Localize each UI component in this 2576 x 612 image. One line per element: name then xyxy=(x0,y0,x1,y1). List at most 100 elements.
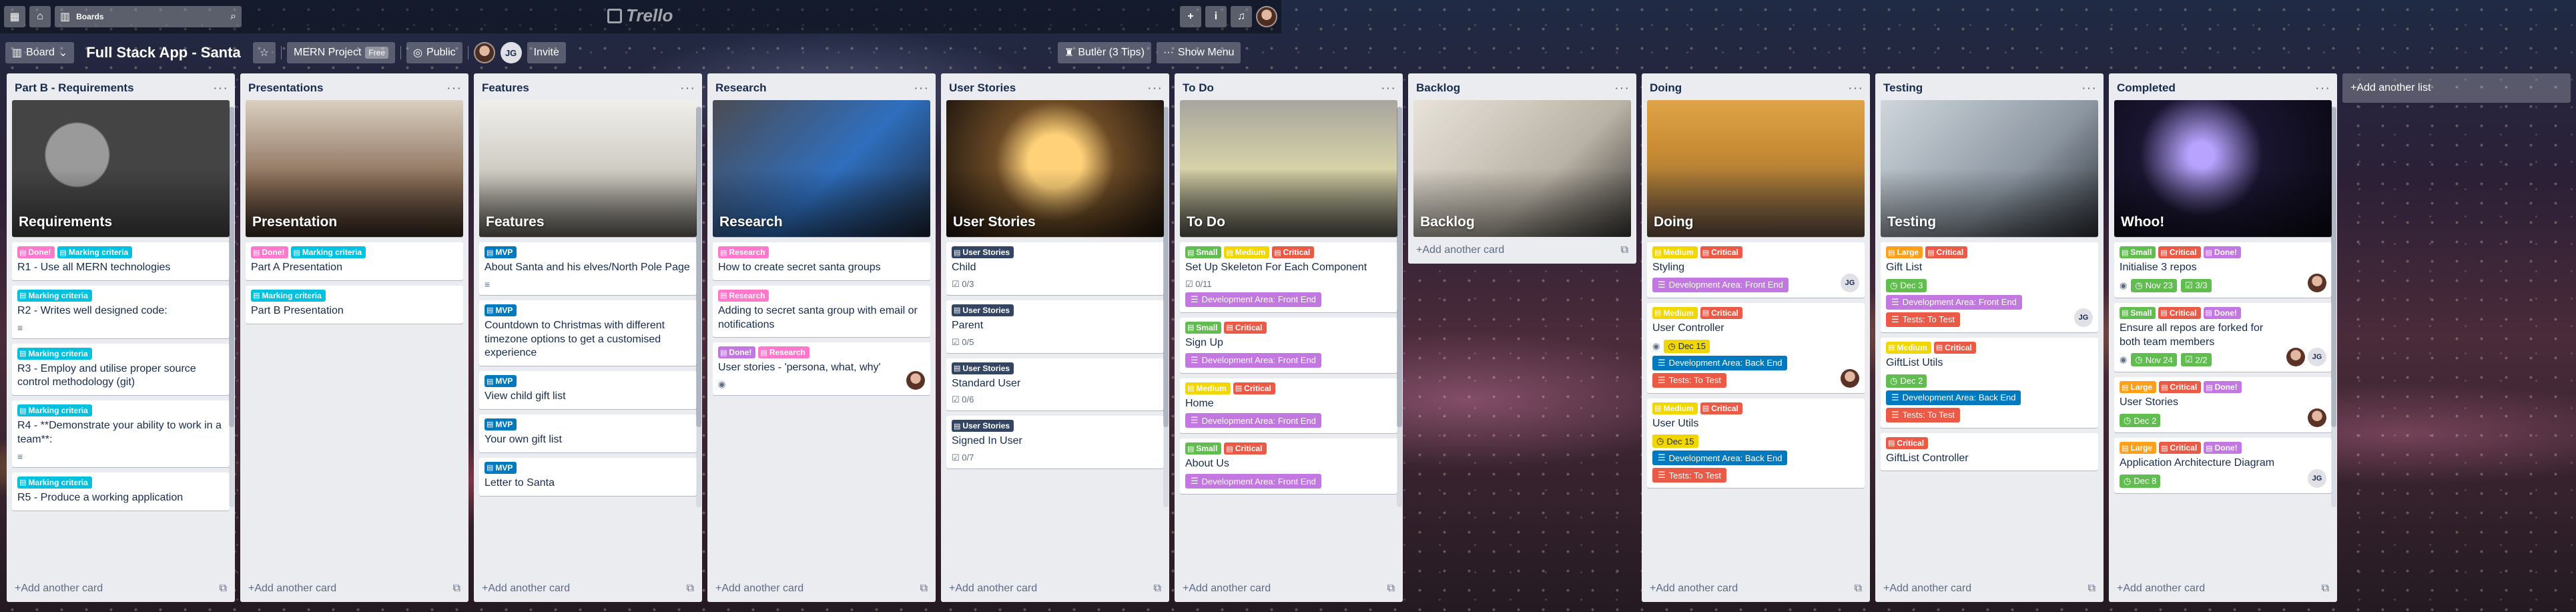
due-date-badge[interactable]: ◷ Dec 2 xyxy=(2120,414,2161,428)
list-to-do[interactable]: To Do ··· To Do ▤ Small ▤ Medium ▤ Critical Set U… xyxy=(1175,73,1403,602)
list-title[interactable]: User Stories xyxy=(949,81,1147,95)
card-label[interactable]: ▤ Research xyxy=(758,346,810,359)
list-backlog[interactable]: Backlog ··· Backlog + Add another card ⧉ xyxy=(1408,73,1636,264)
add-card-footer[interactable]: + Add another card ⧉ xyxy=(941,575,1169,602)
card[interactable]: ▤ Marking criteria R2 - Writes well design… xyxy=(12,285,230,338)
add-card-button[interactable]: Add another card xyxy=(1422,244,1620,256)
boards-search[interactable]: ▥ Boards ⌕ xyxy=(55,6,242,27)
list-scrollbar[interactable] xyxy=(2331,107,2336,507)
trello-logo[interactable]: Trello xyxy=(607,5,673,26)
list-scrollbar[interactable] xyxy=(229,107,234,507)
member-initials-avatar[interactable]: JG xyxy=(2308,469,2326,488)
card-label[interactable]: ▤ Critical xyxy=(1700,306,1742,319)
card[interactable]: ▤ Small ▤ Medium ▤ Critical Set Up Skeleton Fo… xyxy=(1180,242,1397,312)
card[interactable]: ▤ User Stories Signed In User ☑ 0/7 xyxy=(946,416,1164,469)
card[interactable]: ▤ Large ▤ Critical ▤ Done! Application Archite… xyxy=(2114,438,2332,493)
add-card-footer[interactable]: + Add another card ⧉ xyxy=(1642,575,1870,602)
card-label[interactable]: ▤ Marking criteria xyxy=(17,476,92,489)
add-card-button[interactable]: Add another card xyxy=(1189,583,1387,595)
card-template-icon[interactable]: ⧉ xyxy=(920,583,928,595)
add-card-button[interactable]: Add another card xyxy=(21,583,219,595)
card-template-icon[interactable]: ⧉ xyxy=(2088,583,2096,595)
card[interactable]: ▤ Medium ▤ Critical User Utils ◷ Dec 15 ☰ Develo… xyxy=(1647,398,1865,489)
card-label[interactable]: ▤ User Stories xyxy=(952,362,1014,374)
card-label[interactable]: ▤ MVP xyxy=(485,304,517,316)
card[interactable]: ▤ User Stories Child ☑ 0/3 xyxy=(946,242,1164,295)
card-label[interactable]: ▤ Done! xyxy=(251,246,289,258)
card-label[interactable]: ▤ User Stories xyxy=(952,246,1014,258)
card-label[interactable]: ▤ MVP xyxy=(485,375,517,388)
apps-grid-icon[interactable]: ▦ xyxy=(4,6,25,27)
list-part-b-requirements[interactable]: Part B - Requirements ··· Requirements ▤ Don… xyxy=(7,73,235,602)
list-menu-icon[interactable]: ··· xyxy=(2315,81,2330,96)
member-initials-avatar[interactable]: JG xyxy=(1841,273,1859,292)
due-date-badge[interactable]: ◷ Dec 8 xyxy=(2120,474,2161,488)
add-card-footer[interactable]: + Add another card ⧉ xyxy=(2109,575,2337,602)
card-label[interactable]: ▤ Large xyxy=(2120,442,2157,454)
card[interactable]: ▤ MVP View child gift list xyxy=(479,371,697,409)
card-label[interactable]: ▤ Medium xyxy=(1652,246,1698,258)
card[interactable]: ▤ Large ▤ Critical Gift List ◷ Dec 3 ☰ Developme… xyxy=(1881,242,2098,332)
cover-card[interactable]: Features xyxy=(479,100,697,237)
invite-button[interactable]: Invite xyxy=(527,42,566,63)
list-menu-icon[interactable]: ··· xyxy=(1147,81,1163,96)
card[interactable]: ▤ Medium ▤ Critical GiftList Utils ◷ Dec 2 ☰ Dev… xyxy=(1881,337,2098,428)
add-card-button[interactable]: Add another card xyxy=(2123,583,2321,595)
card[interactable]: ▤ Small ▤ Critical ▤ Done! Ensure all repos ar… xyxy=(2114,302,2332,372)
due-date-badge[interactable]: ◷ Nov 23 xyxy=(2131,278,2177,292)
list-header[interactable]: Presentations ··· xyxy=(240,73,468,100)
list-title[interactable]: To Do xyxy=(1183,81,1381,95)
card-label[interactable]: ▤ Medium xyxy=(1886,341,1931,354)
member-avatar[interactable] xyxy=(1841,368,1859,388)
card[interactable]: ▤ Marking criteria Part B Presentation xyxy=(246,285,463,324)
card[interactable]: ▤ MVP About Santa and his elves/North Pole… xyxy=(479,242,697,295)
cover-card[interactable]: Requirements xyxy=(12,100,230,237)
card-label[interactable]: ▤ Small xyxy=(1185,246,1222,258)
list-header[interactable]: Doing ··· xyxy=(1642,73,1870,100)
list-menu-icon[interactable]: ··· xyxy=(1848,81,1863,96)
card[interactable]: ▤ Critical GiftList Controller xyxy=(1881,432,2098,471)
add-card-button[interactable]: Add another card xyxy=(955,583,1153,595)
member-initials-avatar[interactable]: JG xyxy=(2308,348,2326,367)
list-menu-icon[interactable]: ··· xyxy=(680,81,695,96)
list-title[interactable]: Completed xyxy=(2117,81,2315,95)
card-label[interactable]: ▤ Small xyxy=(2120,306,2156,319)
card-template-icon[interactable]: ⧉ xyxy=(1154,583,1161,595)
card-label[interactable]: ▤ Marking criteria xyxy=(17,404,92,417)
card-label[interactable]: ▤ User Stories xyxy=(952,420,1014,432)
show-menu-button[interactable]: ··· Show Menu xyxy=(1156,42,1241,63)
card-label[interactable]: ▤ Critical xyxy=(1233,382,1275,394)
member-initials-avatar[interactable]: JG xyxy=(500,42,522,63)
card-template-icon[interactable]: ⧉ xyxy=(2322,583,2329,595)
add-card-button[interactable]: Add another card xyxy=(254,583,452,595)
card[interactable]: ▤ MVP Letter to Santa xyxy=(479,457,697,496)
card[interactable]: ▤ Small ▤ Critical About Us ☰ Development Area… xyxy=(1180,438,1397,495)
add-list-button[interactable]: + Add another list xyxy=(2342,73,2571,103)
list-user-stories[interactable]: User Stories ··· User Stories ▤ User Stories… xyxy=(941,73,1169,602)
due-date-badge[interactable]: ◷ Dec 15 xyxy=(1664,339,1710,353)
add-card-footer[interactable]: + Add another card ⧉ xyxy=(240,575,468,602)
board-title[interactable]: Full Stack App - Santa xyxy=(79,44,247,61)
card[interactable]: ▤ User Stories Standard User ☑ 0/6 xyxy=(946,358,1164,411)
card[interactable]: ▤ Medium ▤ Critical Styling ☰ Development Area… xyxy=(1647,242,1865,298)
list-research[interactable]: Research ··· Research ▤ Research How to creat… xyxy=(707,73,936,602)
cover-card[interactable]: Testing xyxy=(1881,100,2098,237)
list-menu-icon[interactable]: ··· xyxy=(2081,81,2097,96)
list-presentations[interactable]: Presentations ··· Presentation ▤ Done! ▤ Marki… xyxy=(240,73,468,602)
list-menu-icon[interactable]: ··· xyxy=(914,81,929,96)
scrollbar-thumb[interactable] xyxy=(696,107,701,427)
card[interactable]: ▤ Marking criteria R3 - Employ and utilise… xyxy=(12,343,230,396)
card-label[interactable]: ▤ Done! xyxy=(17,246,55,258)
card-label[interactable]: ▤ Critical xyxy=(2159,442,2202,454)
card[interactable]: ▤ User Stories Parent ☑ 0/5 xyxy=(946,300,1164,353)
card-label[interactable]: ▤ Medium xyxy=(1185,382,1231,394)
card-label[interactable]: ▤ Marking criteria xyxy=(17,289,92,302)
add-card-button[interactable]: Add another card xyxy=(1889,583,2087,595)
scrollbar-thumb[interactable] xyxy=(1397,107,1402,427)
list-title[interactable]: Research xyxy=(715,81,914,95)
list-title[interactable]: Features xyxy=(482,81,680,95)
search-icon[interactable]: ⌕ xyxy=(230,11,236,23)
due-date-badge[interactable]: ◷ Dec 2 xyxy=(1886,374,1927,388)
card-label[interactable]: ▤ Critical xyxy=(1925,246,1968,258)
card-template-icon[interactable]: ⧉ xyxy=(687,583,694,595)
